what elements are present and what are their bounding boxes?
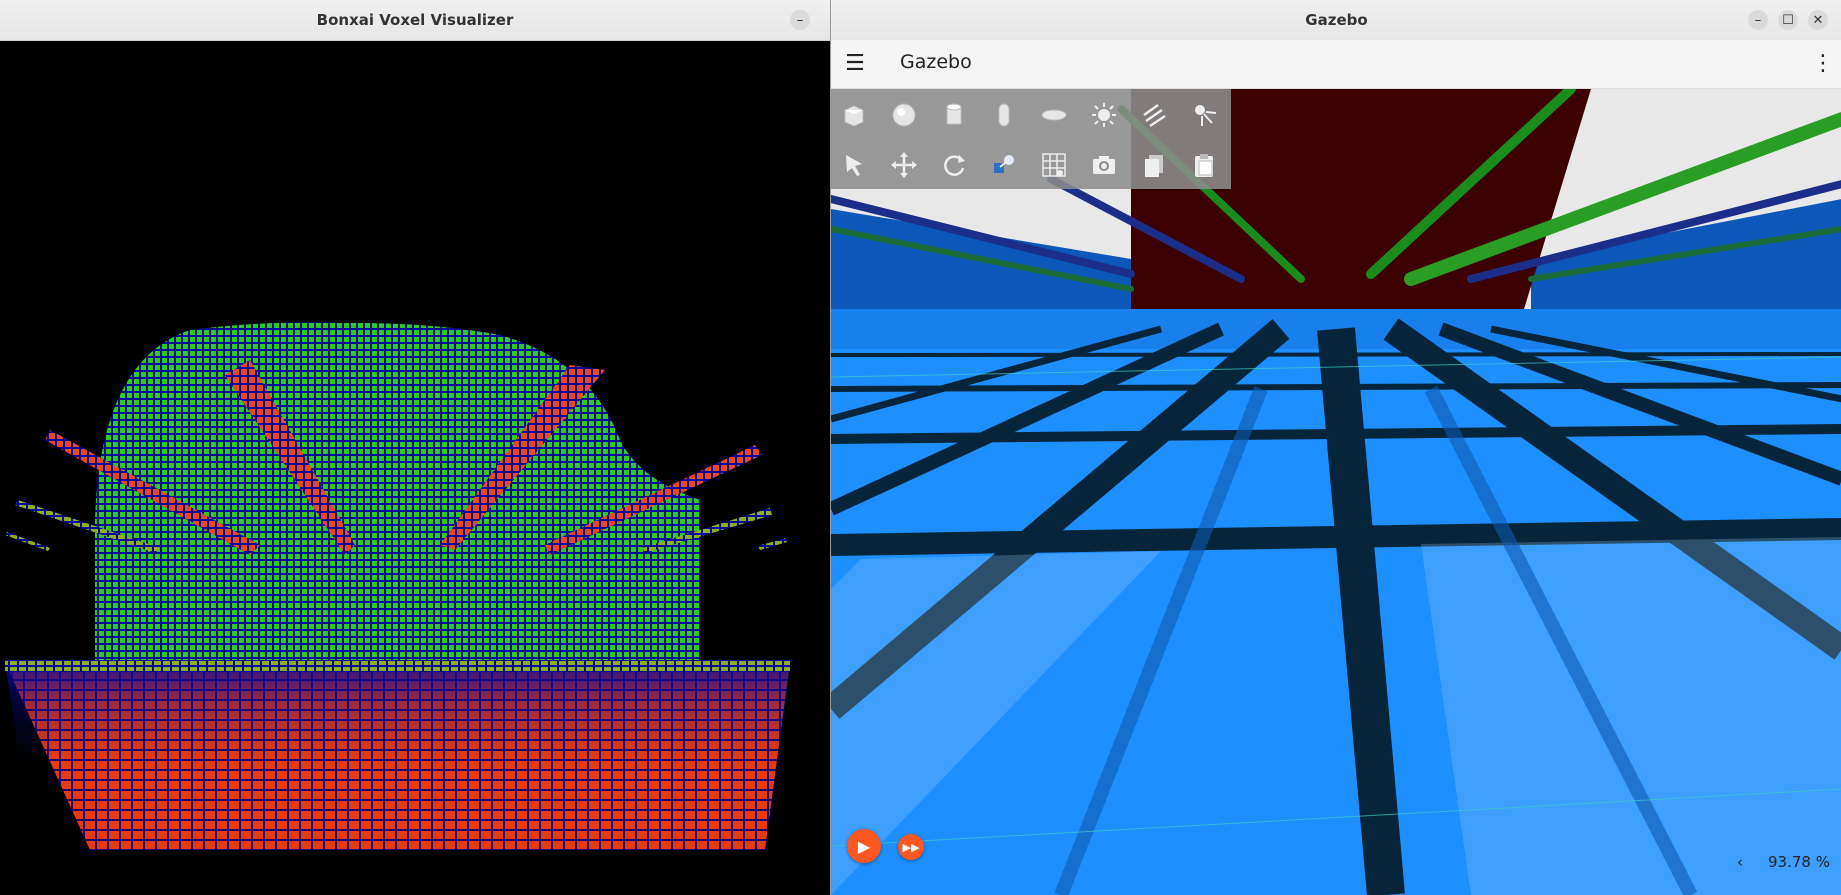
fast-forward-icon: ▶▶ xyxy=(902,840,920,854)
gazebo-window: Gazebo – ☐ ✕ ☰ Gazebo ⋮ ▶ ▶▶ ‹ 93.78 % xyxy=(830,0,1841,895)
capsule-shape-icon[interactable] xyxy=(987,98,1021,132)
select-arrow-icon[interactable] xyxy=(837,148,871,182)
minimize-icon: – xyxy=(1754,12,1762,28)
kebab-menu-icon[interactable]: ⋮ xyxy=(1812,52,1834,76)
gazebo-window-title: Gazebo xyxy=(1305,11,1368,29)
screenshot-camera-icon[interactable] xyxy=(1087,148,1121,182)
maximize-icon: ☐ xyxy=(1782,12,1794,28)
spot-light-icon[interactable] xyxy=(1187,98,1221,132)
play-button[interactable]: ▶ xyxy=(847,829,881,863)
minimize-button[interactable]: – xyxy=(1748,10,1768,30)
voxel-viewport[interactable] xyxy=(0,40,830,895)
close-icon: ✕ xyxy=(1812,12,1824,28)
gazebo-app-bar: ☰ Gazebo ⋮ xyxy=(831,40,1841,89)
toolbar-row-shapes xyxy=(831,89,1231,139)
shape-toolbar xyxy=(831,89,1231,189)
sphere-shape-icon[interactable] xyxy=(887,98,921,132)
gazebo-3d-scene[interactable] xyxy=(831,89,1841,895)
minimize-icon: – xyxy=(796,12,804,28)
paste-icon[interactable] xyxy=(1187,148,1221,182)
bonxai-minimize-button[interactable]: – xyxy=(790,10,810,30)
rotate-icon[interactable] xyxy=(937,148,971,182)
play-icon: ▶ xyxy=(857,836,871,856)
view-angle-icon[interactable] xyxy=(987,148,1021,182)
box-shape-icon[interactable] xyxy=(837,98,871,132)
ellipsoid-shape-icon[interactable] xyxy=(1037,98,1071,132)
bonxai-titlebar[interactable]: Bonxai Voxel Visualizer xyxy=(0,0,830,41)
real-time-factor: 93.78 % xyxy=(1768,853,1830,871)
sun-light-icon[interactable] xyxy=(1087,98,1121,132)
gazebo-titlebar[interactable]: Gazebo xyxy=(831,0,1841,41)
hamburger-menu-icon[interactable]: ☰ xyxy=(843,52,867,76)
cylinder-shape-icon[interactable] xyxy=(937,98,971,132)
voxel-foliage-dome xyxy=(95,322,700,660)
step-button[interactable]: ▶▶ xyxy=(898,834,924,860)
copy-icon[interactable] xyxy=(1137,148,1171,182)
directional-light-icon[interactable] xyxy=(1137,98,1171,132)
grid-snap-icon[interactable] xyxy=(1037,148,1071,182)
toolbar-row-tools xyxy=(831,139,1231,189)
bonxai-window-title: Bonxai Voxel Visualizer xyxy=(316,11,514,29)
bonxai-window: Bonxai Voxel Visualizer – xyxy=(0,0,830,895)
maximize-button[interactable]: ☐ xyxy=(1778,10,1798,30)
close-button[interactable]: ✕ xyxy=(1808,10,1828,30)
app-title: Gazebo xyxy=(900,51,972,73)
rtf-expand-chevron-icon[interactable]: ‹ xyxy=(1737,853,1743,871)
translate-icon[interactable] xyxy=(887,148,921,182)
